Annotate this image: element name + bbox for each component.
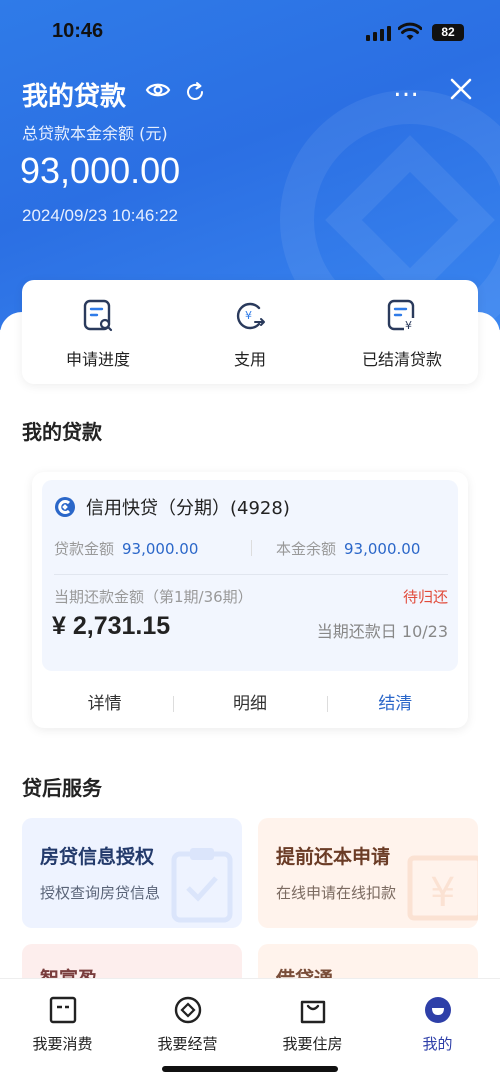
my-loans-heading: 我的贷款	[22, 420, 102, 444]
quick-action-label: 支用	[233, 350, 266, 369]
details-button[interactable]: 详情	[32, 684, 177, 724]
svg-text:¥: ¥	[245, 309, 252, 322]
service-title: 提前还本申请	[276, 846, 391, 868]
more-icon[interactable]: …	[393, 75, 420, 101]
service-title: 房贷信息授权	[40, 846, 155, 868]
yuan-bill-icon: ¥	[407, 855, 478, 921]
quick-action-label: 申请进度	[65, 350, 130, 369]
balance-amount: 93,000.00	[20, 150, 181, 191]
loan-card[interactable]: 信用快贷（分期）(4928) 贷款金额 93,000.00 本金余额 93,000.…	[32, 472, 468, 728]
quick-action-settled[interactable]: ¥ 已结清贷款	[326, 280, 478, 384]
tab-consume[interactable]: 我要消费	[0, 979, 125, 1082]
service-desc: 在线申请在线扣款	[276, 884, 397, 902]
svg-text:¥: ¥	[430, 870, 455, 916]
page-title: 我的贷款	[22, 82, 127, 112]
clipboard-icon	[171, 848, 233, 923]
refresh-icon[interactable]	[184, 81, 206, 103]
balance-label: 总贷款本金余额 (元)	[22, 124, 168, 143]
divider	[251, 540, 252, 556]
consume-icon	[49, 996, 76, 1024]
loan-actions: 详情 明细 结清	[32, 684, 468, 724]
settled-loan-icon: ¥	[387, 299, 416, 332]
battery-icon: 82	[432, 24, 464, 41]
settle-button[interactable]: 结清	[323, 684, 468, 724]
statement-button[interactable]: 明细	[177, 684, 322, 724]
due-date: 当期还款日 10/23	[316, 622, 448, 641]
tab-label: 我要住房	[282, 1035, 343, 1053]
loan-amount-label: 贷款金额	[54, 540, 115, 558]
principal-label: 本金余额	[276, 540, 337, 558]
loan-name-text: 信用快贷（分期）(4928)	[86, 498, 290, 519]
status-badge: 待归还	[402, 588, 448, 606]
status-bar: 10:46 82	[0, 0, 500, 66]
loan-name: 信用快贷（分期）(4928)	[54, 494, 290, 520]
svg-text:¥: ¥	[405, 319, 412, 332]
quick-actions: 申请进度 ¥ 支用 ¥ 已结清贷款	[22, 280, 478, 384]
eye-icon[interactable]	[145, 80, 171, 100]
tab-label: 我的	[422, 1035, 453, 1053]
divider	[327, 696, 328, 712]
profile-icon	[424, 997, 451, 1023]
home-indicator	[162, 1066, 338, 1072]
quick-action-label: 已结清贷款	[361, 350, 442, 369]
loan-summary: 信用快贷（分期）(4928) 贷款金额 93,000.00 本金余额 93,000.…	[42, 480, 458, 671]
business-icon	[174, 996, 201, 1024]
close-icon[interactable]	[448, 76, 474, 102]
tab-profile[interactable]: 我的	[375, 979, 500, 1082]
service-desc: 授权查询房贷信息	[40, 884, 161, 902]
services-heading: 贷后服务	[22, 776, 102, 800]
update-time: 2024/09/23 10:46:22	[22, 206, 178, 225]
quick-action-progress[interactable]: 申请进度	[22, 280, 174, 384]
current-payment-amount: ¥ 2,731.15	[52, 612, 171, 640]
loan-amount-value: 93,000.00	[122, 540, 199, 558]
withdraw-icon: ¥	[236, 302, 265, 330]
divider	[173, 696, 174, 712]
service-mortgage-authorization[interactable]: 房贷信息授权 授权查询房贷信息	[22, 818, 242, 928]
quick-action-withdraw[interactable]: ¥ 支用	[174, 280, 326, 384]
housing-icon	[300, 1000, 325, 1024]
current-payment-label: 当期还款金额（第1期/36期）	[54, 588, 253, 606]
application-progress-icon	[83, 299, 113, 332]
bank-logo-icon	[55, 497, 75, 517]
loan-amounts: 贷款金额 93,000.00 本金余额 93,000.00	[54, 538, 454, 559]
divider	[54, 574, 448, 575]
tab-label: 我要消费	[32, 1035, 93, 1053]
wifi-icon	[398, 22, 422, 40]
principal-value: 93,000.00	[344, 540, 421, 558]
principal-group: 本金余额 93,000.00	[276, 538, 420, 559]
service-early-repayment[interactable]: ¥ 提前还本申请 在线申请在线扣款	[258, 818, 478, 928]
tab-label: 我要经营	[157, 1035, 218, 1053]
status-time: 10:46	[52, 20, 104, 42]
signal-icon	[366, 26, 391, 41]
